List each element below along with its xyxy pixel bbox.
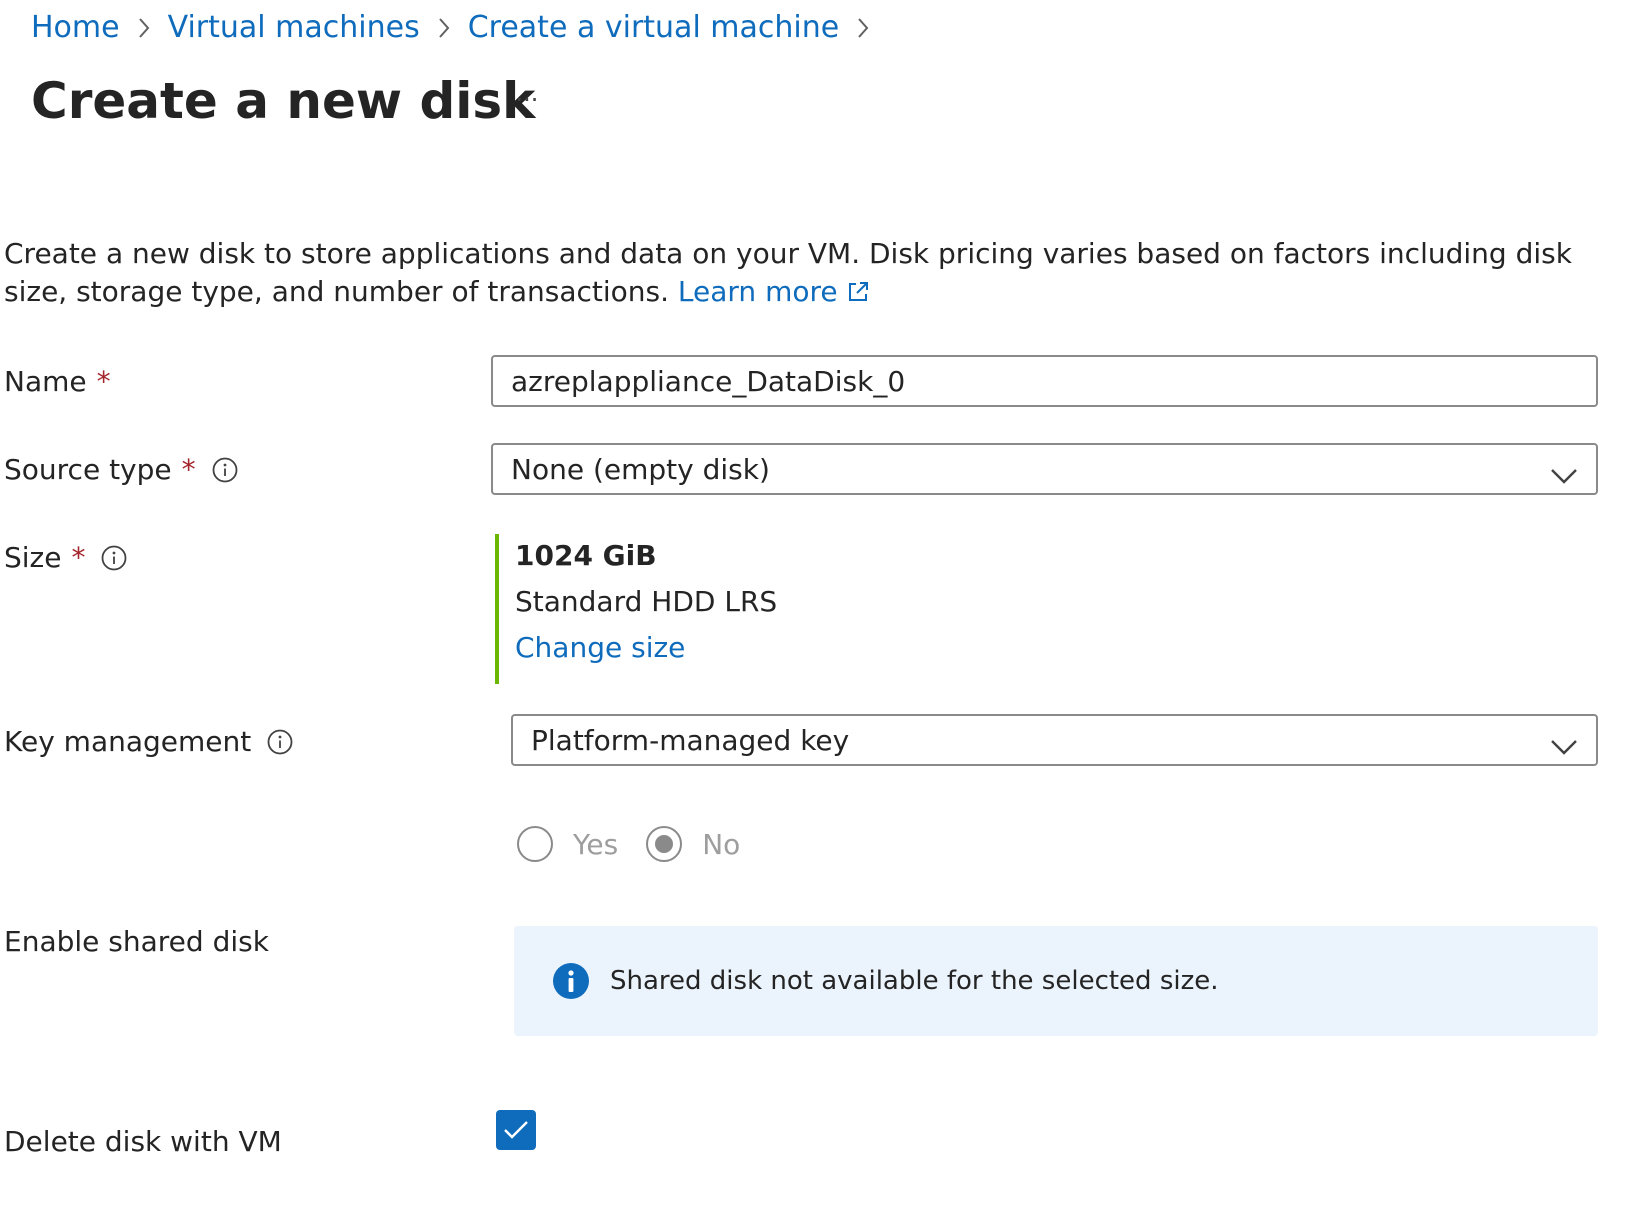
breadcrumb-virtual-machines[interactable]: Virtual machines [168, 8, 420, 48]
required-marker: * [71, 541, 86, 574]
name-label: Name * [4, 365, 111, 398]
change-size-link[interactable]: Change size [515, 630, 777, 666]
source-type-value: None (empty disk) [511, 452, 770, 486]
chevron-down-icon [1550, 459, 1578, 492]
size-summary: 1024 GiB Standard HDD LRS Change size [495, 534, 777, 684]
required-marker: * [96, 365, 111, 398]
external-link-icon [846, 276, 870, 314]
enable-shared-disk-label: Enable shared disk [4, 925, 269, 958]
breadcrumb: Home Virtual machines Create a virtual m… [31, 8, 887, 48]
info-icon[interactable] [101, 545, 127, 571]
chevron-right-icon [120, 17, 168, 39]
size-tier: Standard HDD LRS [515, 585, 778, 618]
delete-disk-label: Delete disk with VM [4, 1125, 282, 1158]
breadcrumb-home[interactable]: Home [31, 8, 120, 48]
shared-disk-message: Shared disk not available for the select… [610, 966, 1219, 996]
chevron-right-icon [839, 17, 887, 39]
info-filled-icon [552, 962, 590, 1000]
radio-dot [655, 835, 674, 853]
size-label: Size * [4, 540, 127, 576]
info-icon[interactable] [267, 729, 293, 755]
key-management-value: Platform-managed key [531, 723, 850, 757]
key-management-label: Key management [4, 724, 293, 760]
page-description: Create a new disk to store applications … [4, 235, 1614, 314]
shared-disk-info-banner: Shared disk not available for the select… [514, 926, 1598, 1036]
radio-yes[interactable]: Yes [517, 826, 618, 862]
chevron-right-icon [420, 17, 468, 39]
radio-no[interactable]: No [646, 826, 740, 862]
checkmark-icon [504, 1121, 528, 1139]
shared-disk-radio-group: Yes No [517, 826, 768, 862]
size-value: 1024 GiB [515, 539, 657, 572]
name-input[interactable] [491, 355, 1598, 407]
radio-circle [517, 826, 553, 862]
chevron-down-icon [1550, 730, 1578, 763]
source-type-label: Source type * [4, 452, 238, 488]
breadcrumb-create-vm[interactable]: Create a virtual machine [468, 8, 840, 48]
more-options-button[interactable]: ··· [500, 80, 554, 120]
key-management-dropdown[interactable]: Platform-managed key [511, 714, 1598, 766]
page-title: Create a new disk [31, 72, 536, 130]
source-type-dropdown[interactable]: None (empty disk) [491, 443, 1598, 495]
create-disk-page: Home Virtual machines Create a virtual m… [0, 0, 1628, 1210]
info-icon[interactable] [212, 457, 238, 483]
delete-disk-checkbox[interactable] [496, 1110, 536, 1150]
required-marker: * [181, 453, 196, 486]
radio-circle-selected [646, 826, 683, 862]
learn-more-link[interactable]: Learn more [678, 275, 870, 308]
